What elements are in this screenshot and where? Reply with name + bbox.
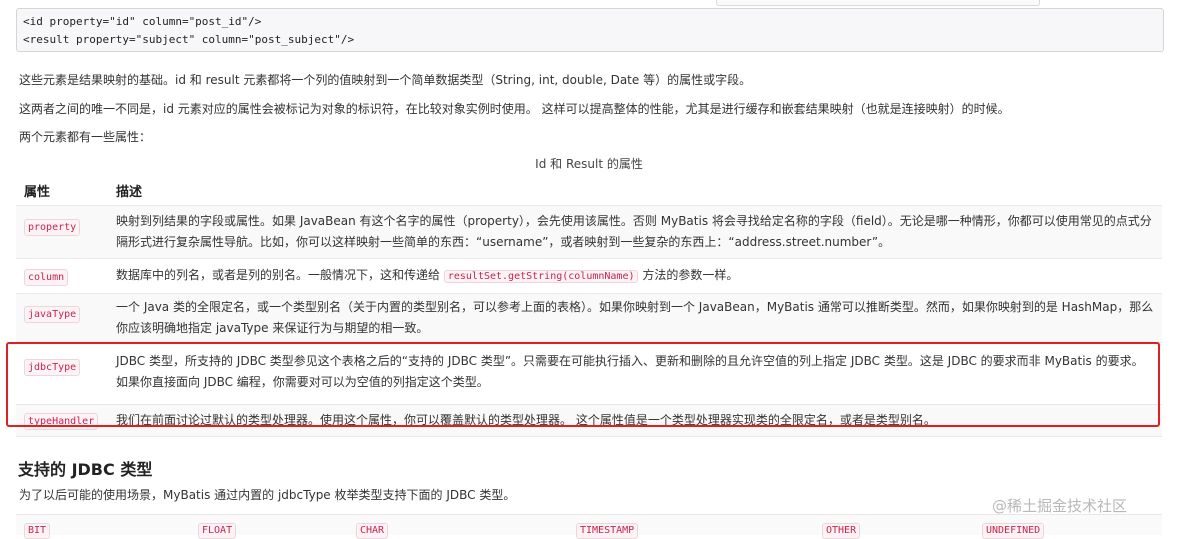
attribute-description: 一个 Java 类的全限定名，或一个类型别名（关于内置的类型别名，可以参考上面的… bbox=[116, 300, 1154, 335]
jdbc-type: FLOAT bbox=[198, 523, 237, 539]
intro-paragraph-3: 两个元素都有一些属性： bbox=[19, 130, 152, 144]
table-row: javaType 一个 Java 类的全限定名，或一个类型别名（关于内置的类型别… bbox=[16, 293, 1162, 343]
jdbc-type: OTHER bbox=[822, 523, 861, 539]
code-block: <id property="id" column="post_id"/> <re… bbox=[16, 8, 1164, 52]
description-text: 方法的参数一样。 bbox=[642, 268, 739, 282]
code-line-2: <result property="subject" column="post_… bbox=[23, 33, 355, 46]
jdbc-type: BIT bbox=[24, 523, 51, 539]
watermark: @稀土掘金技术社区 bbox=[992, 497, 1128, 515]
jdbc-type: TIMESTAMP bbox=[576, 523, 639, 539]
inline-code: resultSet.getString(columnName) bbox=[443, 270, 639, 283]
attribute-code: property bbox=[24, 219, 81, 236]
table-caption: Id 和 Result 的属性 bbox=[535, 157, 643, 171]
intro-paragraph-2: 这两者之间的唯一不同是，id 元素对应的属性会被标记为对象的标识符，在比较对象实… bbox=[19, 102, 1010, 116]
attribute-description: 数据库中的列名，或者是列的别名。一般情况下，这和传递给 resultSet.ge… bbox=[116, 265, 1154, 287]
intro-paragraph-1: 这些元素是结果映射的基础。id 和 result 元素都将一个列的值映射到一个简… bbox=[19, 73, 752, 87]
jdbc-types-row: BIT FLOAT CHAR TIMESTAMP OTHER UNDEFINED bbox=[16, 514, 1162, 539]
description-text: 数据库中的列名，或者是列的别名。一般情况下，这和传递给 bbox=[116, 268, 441, 282]
attribute-code: column bbox=[24, 269, 69, 286]
table-header-attribute: 属性 bbox=[24, 185, 51, 200]
attribute-description: 映射到列结果的字段或属性。如果 JavaBean 有这个名字的属性（proper… bbox=[116, 214, 1152, 249]
code-line-1: <id property="id" column="post_id"/> bbox=[23, 15, 262, 28]
red-highlight-box bbox=[6, 342, 1160, 427]
table-row: column 数据库中的列名，或者是列的别名。一般情况下，这和传递给 resul… bbox=[16, 262, 1162, 289]
search-box-edge bbox=[716, 0, 1040, 6]
section-heading: 支持的 JDBC 类型 bbox=[18, 460, 153, 479]
jdbc-type: UNDEFINED bbox=[982, 523, 1045, 539]
jdbc-type: CHAR bbox=[356, 523, 389, 539]
table-header-description: 描述 bbox=[116, 185, 143, 200]
attribute-code: javaType bbox=[24, 306, 81, 323]
section-description: 为了以后可能的使用场景，MyBatis 通过内置的 jdbcType 枚举类型支… bbox=[19, 488, 516, 502]
table-row: property 映射到列结果的字段或属性。如果 JavaBean 有这个名字的… bbox=[16, 205, 1162, 259]
